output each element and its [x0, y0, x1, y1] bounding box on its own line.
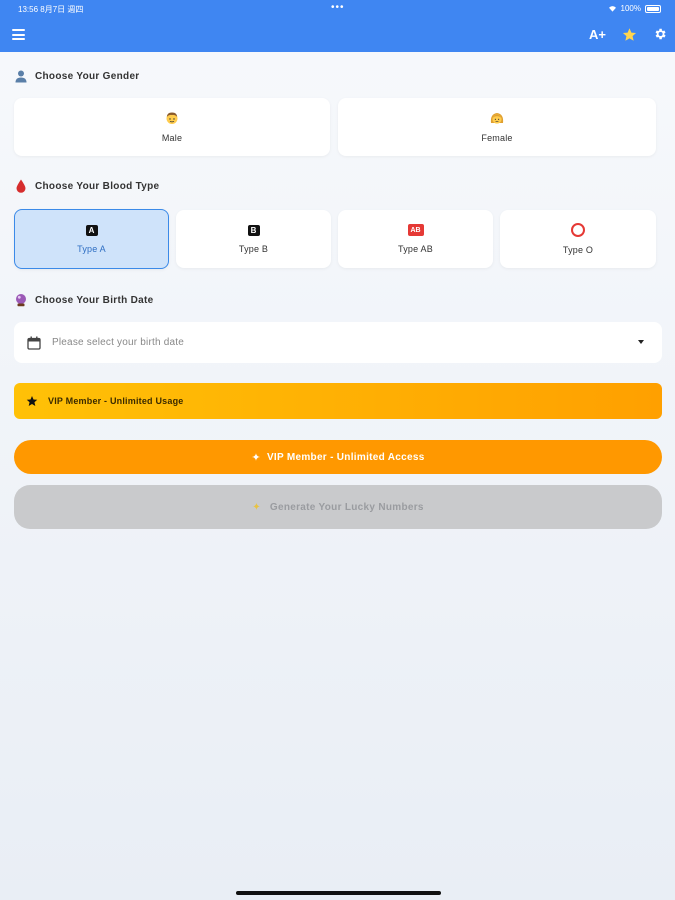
battery-icon	[645, 4, 661, 13]
birth-date-placeholder: Please select your birth date	[52, 337, 184, 348]
chevron-down-icon	[638, 340, 644, 344]
woman-face-icon	[490, 113, 504, 124]
blood-option-type-b[interactable]: B Type B	[176, 210, 331, 268]
gender-option-label: Female	[481, 133, 513, 143]
blood-option-type-o[interactable]: Type O	[500, 210, 656, 268]
status-time: 13:56 8月7日 週四	[18, 5, 84, 14]
letter-a-icon: A	[85, 224, 98, 236]
battery-percent: 100%	[620, 4, 641, 13]
calendar-icon	[27, 336, 41, 350]
menu-icon[interactable]	[12, 29, 25, 40]
sparkle-icon: ✦	[252, 501, 261, 513]
crystal-ball-icon	[14, 293, 28, 307]
blood-option-type-ab[interactable]: AB Type AB	[338, 210, 493, 268]
man-face-icon	[166, 112, 178, 124]
sparkle-icon: ✦	[251, 451, 261, 464]
wifi-icon	[608, 6, 616, 12]
birth-section-title: Choose Your Birth Date	[14, 293, 153, 307]
blood-option-label: Type B	[238, 243, 269, 254]
vip-access-label: VIP Member - Unlimited Access	[266, 451, 425, 463]
blood-option-label: Type AB	[398, 244, 433, 254]
font-size-button[interactable]: A+	[589, 24, 606, 44]
app-bar: 13:56 8月7日 週四 ••• 100% A+	[0, 0, 675, 52]
blood-drop-icon	[14, 179, 28, 193]
vip-access-button[interactable]: ✦ VIP Member - Unlimited Access	[14, 440, 662, 474]
gear-icon[interactable]	[652, 24, 668, 44]
blood-section-title: Choose Your Blood Type	[14, 179, 159, 193]
star-icon	[26, 396, 38, 406]
star-icon[interactable]	[620, 24, 638, 44]
home-indicator[interactable]	[236, 891, 441, 895]
blood-option-label: Type A	[77, 243, 106, 254]
vip-status-banner: VIP Member - Unlimited Usage	[14, 383, 662, 419]
blood-title-text: Choose Your Blood Type	[35, 180, 160, 192]
gender-option-male[interactable]: Male	[14, 98, 330, 156]
birth-date-picker[interactable]: Please select your birth date	[14, 322, 662, 363]
generate-label: Generate Your Lucky Numbers	[269, 501, 424, 513]
blood-option-type-a[interactable]: A Type A	[14, 209, 169, 269]
gender-option-label: Male	[161, 133, 183, 143]
blood-option-label: Type O	[562, 245, 594, 255]
circle-o-icon	[571, 223, 585, 237]
gender-option-female[interactable]: Female	[338, 98, 656, 156]
letter-b-icon: B	[247, 224, 260, 236]
birth-title-text: Choose Your Birth Date	[35, 294, 154, 306]
multitask-dots[interactable]: •••	[331, 2, 345, 13]
letters-ab-icon: AB	[407, 224, 424, 236]
person-icon	[14, 69, 28, 83]
gender-title-text: Choose Your Gender	[35, 70, 140, 82]
gender-section-title: Choose Your Gender	[14, 69, 140, 83]
status-right: 100%	[608, 4, 661, 13]
status-bar: 13:56 8月7日 週四 ••• 100%	[0, 2, 675, 14]
vip-banner-text: VIP Member - Unlimited Usage	[48, 396, 184, 406]
generate-lucky-numbers-button[interactable]: ✦ Generate Your Lucky Numbers	[14, 485, 662, 529]
